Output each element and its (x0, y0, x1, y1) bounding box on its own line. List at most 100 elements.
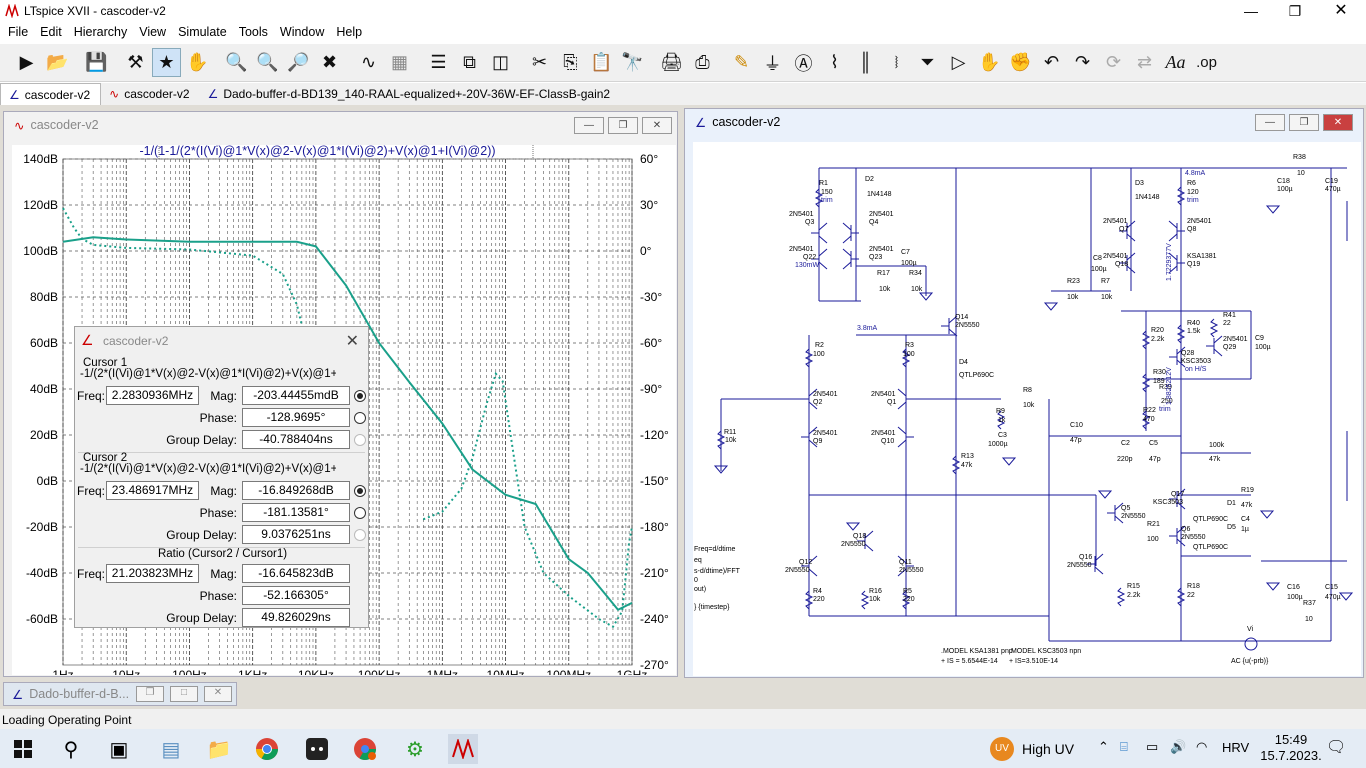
network-icon[interactable]: ⌸ (1120, 739, 1128, 755)
zoom-out-icon[interactable]: 🔎 (284, 48, 313, 77)
clock-date[interactable]: 15.7.2023. (1256, 748, 1326, 763)
cut-icon[interactable]: ✂ (525, 48, 554, 77)
label-icon[interactable]: Ⓐ (789, 48, 818, 77)
resistor-icon[interactable]: ⌇ (820, 48, 849, 77)
minimized-window[interactable]: ∠ Dado-buffer-d-B... ❐ □ ✕ (3, 682, 237, 706)
find-icon[interactable]: 🔭 (618, 48, 647, 77)
drag-icon[interactable]: ✊ (1006, 48, 1035, 77)
cursor2-phase-radio[interactable] (354, 507, 366, 519)
tab-waveform[interactable]: ∿ cascoder-v2 (101, 83, 199, 105)
close-icon[interactable]: ✕ (346, 331, 359, 351)
task-view-icon[interactable]: ▣ (104, 734, 134, 764)
ratio-group-delay[interactable]: 49.826029ns (242, 608, 350, 627)
start-icon[interactable] (8, 734, 38, 764)
app-dots-icon[interactable] (302, 734, 332, 764)
cursor1-phase-radio[interactable] (354, 412, 366, 424)
schematic-drawing[interactable]: R1150trimD21N41482N5401Q32N5401Q42N5401Q… (693, 142, 1361, 676)
zoom-in-icon[interactable]: 🔍 (222, 48, 251, 77)
notifications-icon[interactable]: 🗨 (1326, 737, 1346, 757)
copy-icon[interactable]: ⎘ (556, 48, 585, 77)
cursor2-phase[interactable]: -181.13581° (242, 503, 350, 522)
autorange-icon[interactable]: ∿ (354, 48, 383, 77)
volume-icon[interactable]: 🔊 (1170, 739, 1186, 755)
ratio-phase[interactable]: -52.166305° (242, 586, 350, 605)
menu-file[interactable]: File (2, 23, 34, 43)
maximize-icon[interactable]: □ (170, 686, 198, 702)
redo-icon[interactable]: ↷ (1068, 48, 1097, 77)
minimize-icon[interactable]: — (1255, 114, 1285, 131)
app-green-icon[interactable]: ⚙ (400, 734, 430, 764)
menu-hierarchy[interactable]: Hierarchy (68, 23, 134, 43)
ground-icon[interactable]: ⏚ (758, 48, 787, 77)
tile-vertical-icon[interactable]: ◫ (486, 48, 515, 77)
cursor1-group-delay[interactable]: -40.788404ns (242, 430, 350, 449)
text-icon[interactable]: Aa (1161, 48, 1190, 77)
restore-icon[interactable]: ❐ (1289, 114, 1319, 131)
inductor-icon[interactable]: ⧘ (882, 48, 911, 77)
file-explorer-icon[interactable]: ▤ (156, 734, 186, 764)
zoom-cancel-icon[interactable]: ✖ (315, 48, 344, 77)
mirror-icon[interactable]: ⇄ (1130, 48, 1159, 77)
move-icon[interactable]: ✋ (975, 48, 1004, 77)
cursor2-freq[interactable]: 23.486917MHz (106, 481, 199, 500)
grid-icon[interactable]: ▦ (385, 48, 414, 77)
restore-icon[interactable]: ❐ (608, 117, 638, 134)
zoom-area-icon[interactable]: 🔍 (253, 48, 282, 77)
ratio-freq[interactable]: 21.203823MHz (106, 564, 199, 583)
cursor1-mag-radio[interactable] (354, 390, 366, 402)
ratio-mag[interactable]: -16.645823dB (242, 564, 350, 583)
minimize-icon[interactable]: — (574, 117, 604, 134)
print-setup-icon[interactable]: ⎙ (688, 48, 717, 77)
cursor2-mag[interactable]: -16.849268dB (242, 481, 350, 500)
control-panel-icon[interactable]: ⚒ (121, 48, 150, 77)
menu-help[interactable]: Help (330, 23, 368, 43)
cursor1-mag[interactable]: -203.44455mdB (242, 386, 350, 405)
cursor1-gd-radio[interactable] (354, 434, 366, 446)
cursor2-mag-radio[interactable] (354, 485, 366, 497)
clock-time[interactable]: 15:49 (1266, 732, 1316, 747)
weather-badge[interactable]: UV (990, 737, 1014, 761)
minimize-icon[interactable]: — (1228, 0, 1274, 23)
close-icon[interactable]: ✕ (642, 117, 672, 134)
pencil-icon[interactable]: ✎ (727, 48, 756, 77)
probe-icon[interactable]: ★ (152, 48, 181, 77)
chevron-up-icon[interactable]: ⌃ (1098, 739, 1109, 755)
rotate-icon[interactable]: ⟳ (1099, 48, 1128, 77)
restore-icon[interactable]: ❐ (1272, 0, 1318, 23)
schematic-canvas[interactable]: R1 150 trim D2 1N4148 2N5401 Q3 2N5401 Q4 2N5401 Q… (693, 142, 1361, 676)
wifi-icon[interactable]: ◠ (1196, 739, 1207, 755)
cursor2-gd-radio[interactable] (354, 529, 366, 541)
save-icon[interactable]: 💾 (82, 48, 111, 77)
weather-text[interactable]: High UV (1022, 741, 1074, 757)
menu-simulate[interactable]: Simulate (172, 23, 233, 43)
paste-icon[interactable]: 📋 (587, 48, 616, 77)
tab-schematic[interactable]: ∠ cascoder-v2 (0, 83, 102, 105)
restore-icon[interactable]: ❐ (136, 686, 164, 702)
close-icon[interactable]: ✕ (204, 686, 232, 702)
capacitor-icon[interactable]: ║ (851, 48, 880, 77)
folder-icon[interactable]: 📁 (204, 734, 234, 764)
chrome-icon[interactable] (252, 734, 282, 764)
open-icon[interactable]: 📂 (43, 48, 72, 77)
spice-directive-icon[interactable]: .op (1192, 48, 1221, 77)
pan-icon[interactable]: ✋ (183, 48, 212, 77)
search-icon[interactable]: ⚲ (56, 734, 86, 764)
menu-tools[interactable]: Tools (233, 23, 274, 43)
component-icon[interactable]: ▷ (944, 48, 973, 77)
cursor2-group-delay[interactable]: 9.0376251ns (242, 525, 350, 544)
menu-view[interactable]: View (133, 23, 172, 43)
battery-icon[interactable]: ▭ (1146, 739, 1158, 755)
language-indicator[interactable]: HRV (1222, 740, 1249, 755)
menu-edit[interactable]: Edit (34, 23, 68, 43)
cursor1-phase[interactable]: -128.9695° (242, 408, 350, 427)
diode-icon[interactable]: ⏷ (913, 48, 942, 77)
run-icon[interactable]: ▶ (12, 48, 41, 77)
tile-horizontal-icon[interactable]: ☰ (424, 48, 453, 77)
cursor1-freq[interactable]: 2.2830936MHz (106, 386, 199, 405)
close-icon[interactable]: ✕ (1318, 0, 1364, 23)
ltspice-taskbar-icon[interactable] (448, 734, 478, 764)
close-icon[interactable]: ✕ (1323, 114, 1353, 131)
print-icon[interactable]: 🖨 (657, 48, 686, 77)
cascade-icon[interactable]: ⧉ (455, 48, 484, 77)
menu-window[interactable]: Window (274, 23, 330, 43)
